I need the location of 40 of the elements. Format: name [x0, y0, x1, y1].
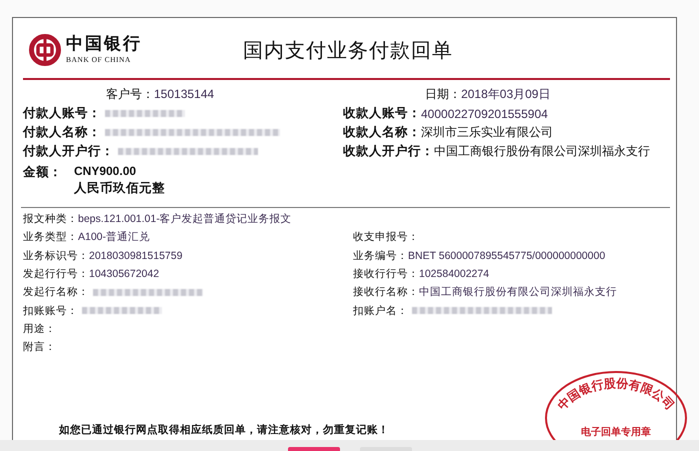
amount-in-words: 人民币玖佰元整 — [74, 180, 165, 197]
field-value: 4000022709201555904 — [421, 106, 548, 120]
field-label: 接收行名称： — [353, 285, 419, 300]
field-value: 2018年03月09日 — [461, 86, 550, 102]
field-label: 用途： — [23, 322, 56, 336]
field-label: 收支申报号： — [353, 230, 419, 244]
field-value: 104305672042 — [89, 268, 160, 280]
field-value: 2018030981515759 — [89, 250, 182, 262]
bank-name: 中国银行 — [66, 36, 142, 54]
field-label: 接收行行号： — [353, 267, 419, 282]
field-value: beps.121.001.01-客户发起普通贷记业务报文 — [78, 212, 292, 226]
field-label: 业务标识号： — [23, 248, 89, 263]
field-label: 付款人开户行： — [23, 143, 114, 160]
field-value: 深圳市三乐实业有限公司 — [421, 124, 553, 141]
field-value: 中国工商银行股份有限公司深圳福永支行 — [419, 285, 617, 300]
field-value: A100-普通汇兑 — [78, 230, 150, 244]
field-label: 金额： — [23, 164, 62, 181]
field-label: 附言： — [23, 340, 56, 354]
field-label: 客户号： — [106, 86, 154, 102]
field-label: 发起行行号： — [23, 267, 89, 282]
field-label: 业务类型： — [23, 230, 78, 244]
field-label: 扣账账号： — [23, 304, 78, 318]
field-label: 扣账户名： — [353, 304, 408, 318]
field-label: 收款人名称： — [343, 124, 421, 141]
field-value: 150135144 — [154, 87, 214, 101]
bank-logo-icon — [29, 34, 61, 66]
field-label: 收款人账号： — [343, 105, 421, 122]
field-label: 付款人账号： — [23, 105, 101, 122]
notice-text: 如您已通过银行网点取得相应纸质回单，请注意核对，勿重复记账！ — [59, 423, 389, 438]
field-value: 中国工商银行股份有限公司深圳福永支行 — [434, 143, 650, 160]
amount-figure: CNY900.00 — [74, 164, 138, 178]
field-label: 付款人名称： — [23, 124, 101, 141]
field-label: 日期： — [425, 86, 462, 102]
field-label: 发起行名称： — [23, 285, 89, 300]
receipt-title: 国内支付业务付款回单 — [243, 38, 453, 64]
field-label: 报文种类： — [23, 212, 78, 226]
field-value: BNET 5600007895545775/000000000000 — [408, 250, 606, 262]
field-label: 业务编号： — [353, 248, 408, 263]
field-value: 102584002274 — [419, 268, 490, 280]
field-label: 收款人开户行： — [343, 143, 434, 160]
